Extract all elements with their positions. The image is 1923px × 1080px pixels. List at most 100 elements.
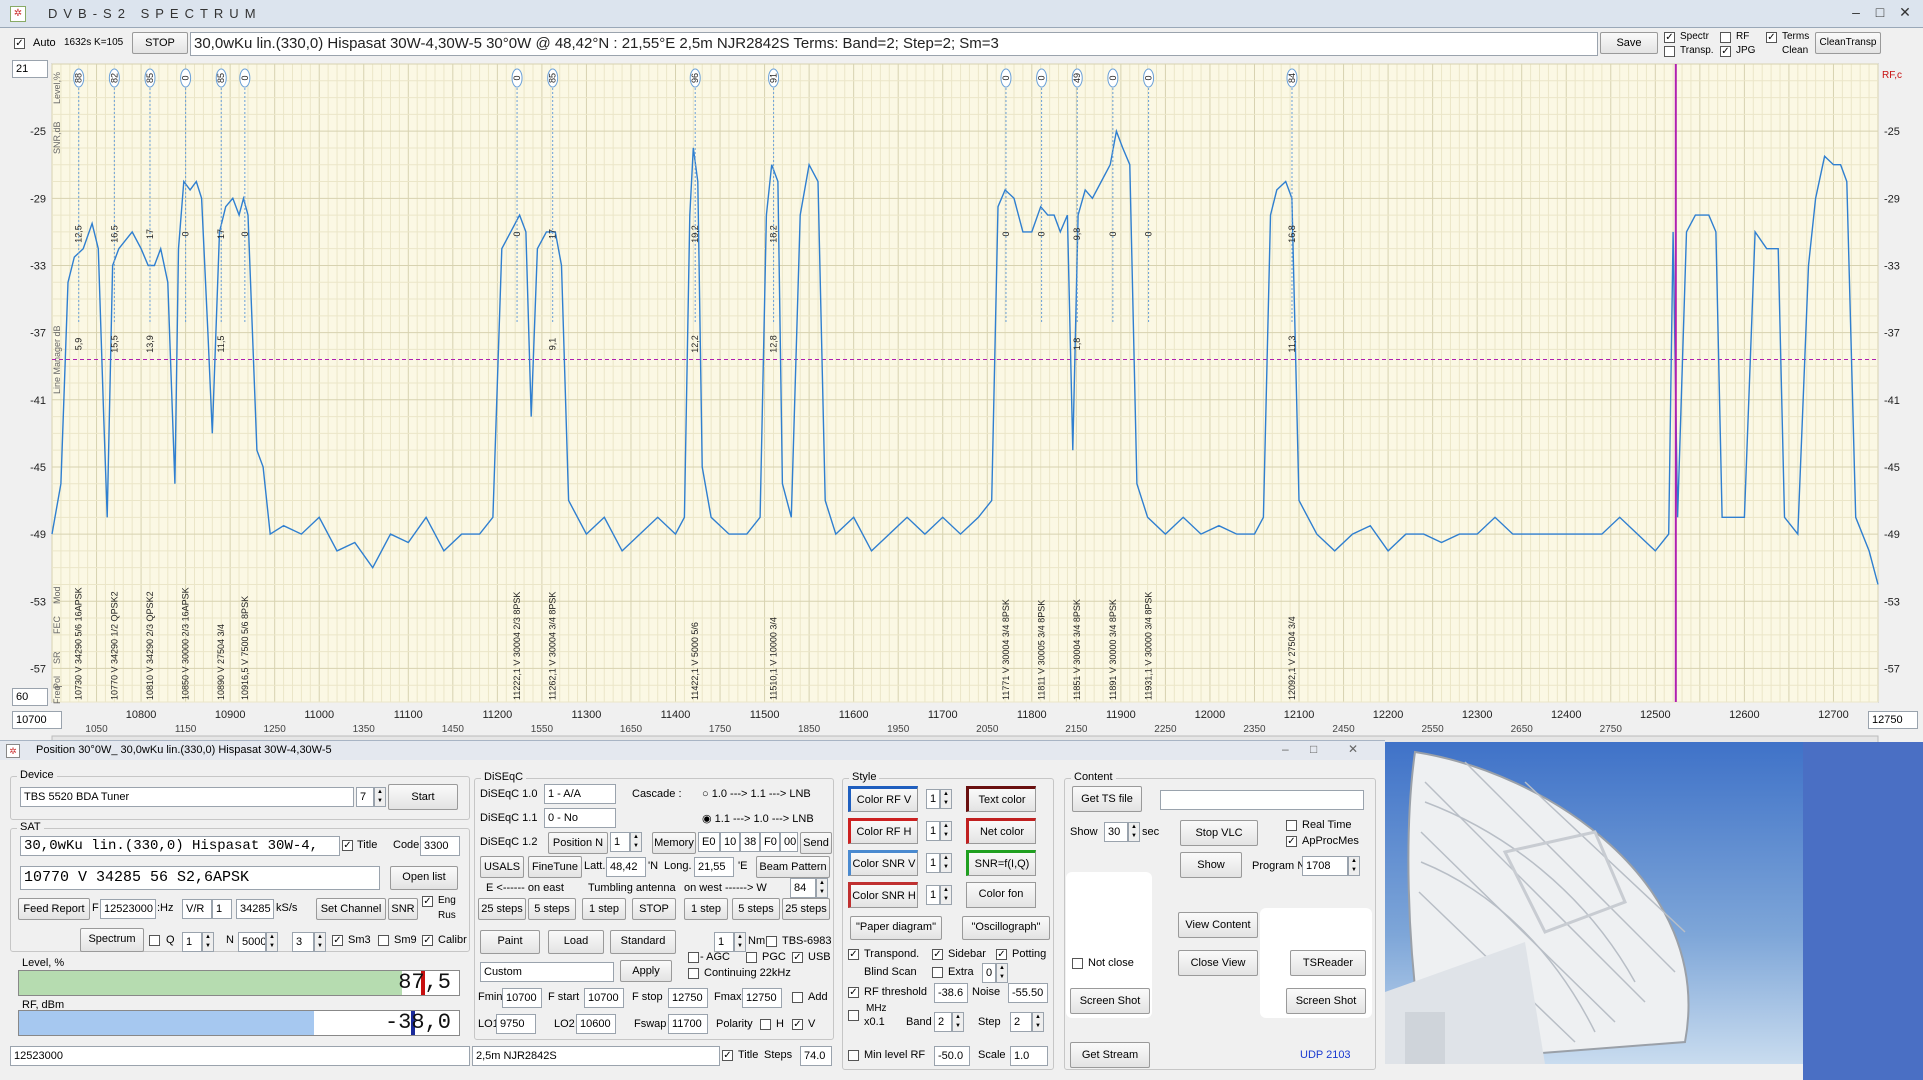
snrv-spin-input[interactable]: 1 <box>926 853 940 873</box>
terms-checkbox[interactable]: ✓ <box>1766 32 1777 43</box>
rfv-spinner[interactable]: ▲ ▼ <box>940 789 952 809</box>
extra-spinner[interactable]: ▲ ▼ <box>996 963 1008 983</box>
transpond-checkbox[interactable]: ✓ <box>848 949 859 960</box>
symbol-rate-input[interactable]: 34285 <box>236 899 274 919</box>
stop-vlc-button[interactable]: Stop VLC <box>1180 820 1258 846</box>
rf-threshold-checkbox[interactable]: ✓ <box>848 987 859 998</box>
usb-checkbox[interactable]: ✓ <box>792 952 803 963</box>
rf-checkbox[interactable] <box>1720 32 1731 43</box>
potting-checkbox[interactable]: ✓ <box>996 949 1007 960</box>
tbs-checkbox[interactable] <box>766 936 777 947</box>
paint-button[interactable]: Paint <box>480 930 540 954</box>
auto-checkbox[interactable]: ✓ <box>14 38 25 49</box>
memory-button[interactable]: Memory <box>652 832 696 854</box>
transponder-select[interactable]: 10770 V 34285 56 S2,6APSK <box>20 866 380 890</box>
close-view-button[interactable]: Close View <box>1178 950 1258 976</box>
add-checkbox[interactable] <box>792 992 803 1003</box>
motor-stop-button[interactable]: STOP <box>632 898 676 920</box>
code-input[interactable]: 3300 <box>420 836 460 856</box>
step-west-1-button[interactable]: 1 step <box>684 898 728 920</box>
long-input[interactable]: 21,55 <box>694 857 734 877</box>
usals-button[interactable]: USALS <box>480 856 524 878</box>
realtime-checkbox[interactable] <box>1286 820 1297 831</box>
q-checkbox[interactable] <box>149 935 160 946</box>
x01-checkbox[interactable] <box>848 1010 859 1021</box>
snr-fiq-button[interactable]: SNR=f(I,Q) <box>966 850 1036 876</box>
spectrum-chart[interactable]: -25 -25 -29 -29 -33 -33 -37 -37 -41 -41 -45 -45 -49 -… <box>0 60 1923 742</box>
step-west-5-button[interactable]: 5 steps <box>732 898 780 920</box>
band-input[interactable]: 2 <box>934 1012 952 1032</box>
snr-button[interactable]: SNR <box>388 898 418 920</box>
net-color-button[interactable]: Net color <box>966 818 1036 844</box>
step-input[interactable]: 2 <box>1010 1012 1032 1032</box>
y-max-box[interactable]: 21 <box>12 60 48 78</box>
fstart-input[interactable]: 10700 <box>584 988 624 1008</box>
color-rfv-button[interactable]: Color RF V <box>848 786 918 812</box>
calibr-checkbox[interactable]: ✓ <box>422 935 433 946</box>
panel-minimize-icon[interactable]: – <box>1282 742 1289 756</box>
custom-select[interactable]: Custom <box>480 962 614 982</box>
satellite-name[interactable]: 30,0wKu lin.(330,0) Hispasat 30W-4, <box>20 836 340 856</box>
hex-byte-4[interactable]: F0 <box>760 832 780 852</box>
frequency-input[interactable]: 12523000 <box>100 899 156 919</box>
polarity-select[interactable]: V/R <box>182 899 212 919</box>
show-seconds-spinner[interactable]: ▲ ▼ <box>1128 822 1140 842</box>
fmax-input[interactable]: 12750 <box>742 988 782 1008</box>
step-east-5-button[interactable]: 5 steps <box>528 898 576 920</box>
clean-transp-button[interactable]: CleanTransp <box>1815 32 1881 54</box>
start-button[interactable]: Start <box>388 784 458 810</box>
program-input[interactable]: 1708 <box>1302 856 1348 876</box>
tumbling-spinner[interactable]: ▲ ▼ <box>816 878 828 898</box>
tuner-select[interactable]: TBS 5520 BDA Tuner <box>20 787 354 807</box>
x-start-box[interactable]: 10700 <box>12 711 62 729</box>
ts-file-select[interactable] <box>1160 790 1364 810</box>
position-n-spinner[interactable]: ▲ ▼ <box>630 832 642 852</box>
tumbling-input[interactable]: 84 <box>790 878 816 898</box>
open-list-button[interactable]: Open list <box>390 866 458 890</box>
sm9-checkbox[interactable] <box>378 935 389 946</box>
eng-checkbox[interactable]: ✓ <box>422 896 433 907</box>
agc-checkbox[interactable] <box>688 952 699 963</box>
n-spinner[interactable]: ▲ ▼ <box>266 932 278 952</box>
rf-threshold-input[interactable]: -38.6 <box>934 983 968 1003</box>
rfv-spin-input[interactable]: 1 <box>926 789 940 809</box>
extra-checkbox[interactable] <box>932 967 943 978</box>
program-spinner[interactable]: ▲ ▼ <box>1348 856 1360 876</box>
sm3-checkbox[interactable]: ✓ <box>332 935 343 946</box>
set-channel-button[interactable]: Set Channel <box>316 898 386 920</box>
latt-input[interactable]: 48,42 <box>606 857 646 877</box>
color-snrh-button[interactable]: Color SNR H <box>848 882 918 908</box>
show-program-button[interactable]: Show <box>1180 852 1242 878</box>
continuing-checkbox[interactable] <box>688 968 699 979</box>
lo2-input[interactable]: 10600 <box>576 1014 616 1034</box>
sidebar-checkbox[interactable]: ✓ <box>932 949 943 960</box>
lo1-input[interactable]: 9750 <box>496 1014 536 1034</box>
show-seconds-input[interactable]: 30 <box>1104 822 1128 842</box>
fswap-input[interactable]: 11700 <box>668 1014 708 1034</box>
color-fon-button[interactable]: Color fon <box>966 882 1036 908</box>
standard-button[interactable]: Standard <box>610 930 676 954</box>
q-spinner[interactable]: ▲ ▼ <box>202 932 214 952</box>
panel-close-icon[interactable]: ✕ <box>1348 742 1358 756</box>
band-spinner[interactable]: ▲ ▼ <box>952 1012 964 1032</box>
oscillograph-button[interactable]: "Oscillograph" <box>962 916 1050 940</box>
beam-pattern-button[interactable]: Beam Pattern <box>756 856 830 878</box>
transp-checkbox[interactable] <box>1664 46 1675 57</box>
hex-byte-5[interactable]: 00 <box>780 832 798 852</box>
tsreader-button[interactable]: TSReader <box>1290 950 1366 976</box>
position-button[interactable]: Position N <box>548 832 608 854</box>
n-input[interactable]: 5000 <box>238 932 266 952</box>
fstop-input[interactable]: 12750 <box>668 988 708 1008</box>
not-close-checkbox[interactable] <box>1072 958 1083 969</box>
scale-input[interactable]: 1.0 <box>1010 1046 1048 1066</box>
nm-spinner[interactable]: ▲ ▼ <box>734 932 746 952</box>
snrh-spinner[interactable]: ▲ ▼ <box>940 885 952 905</box>
steps-input[interactable]: 74.0 <box>800 1046 832 1066</box>
min-level-checkbox[interactable] <box>848 1050 859 1061</box>
nm-input[interactable]: 1 <box>714 932 734 952</box>
jpg-checkbox[interactable]: ✓ <box>1720 46 1731 57</box>
min-level-input[interactable]: -50.0 <box>934 1046 970 1066</box>
tuner-spinner[interactable]: ▲ ▼ <box>374 787 386 807</box>
stop-button[interactable]: STOP <box>132 32 188 54</box>
polarity-number[interactable]: 1 <box>212 899 232 919</box>
